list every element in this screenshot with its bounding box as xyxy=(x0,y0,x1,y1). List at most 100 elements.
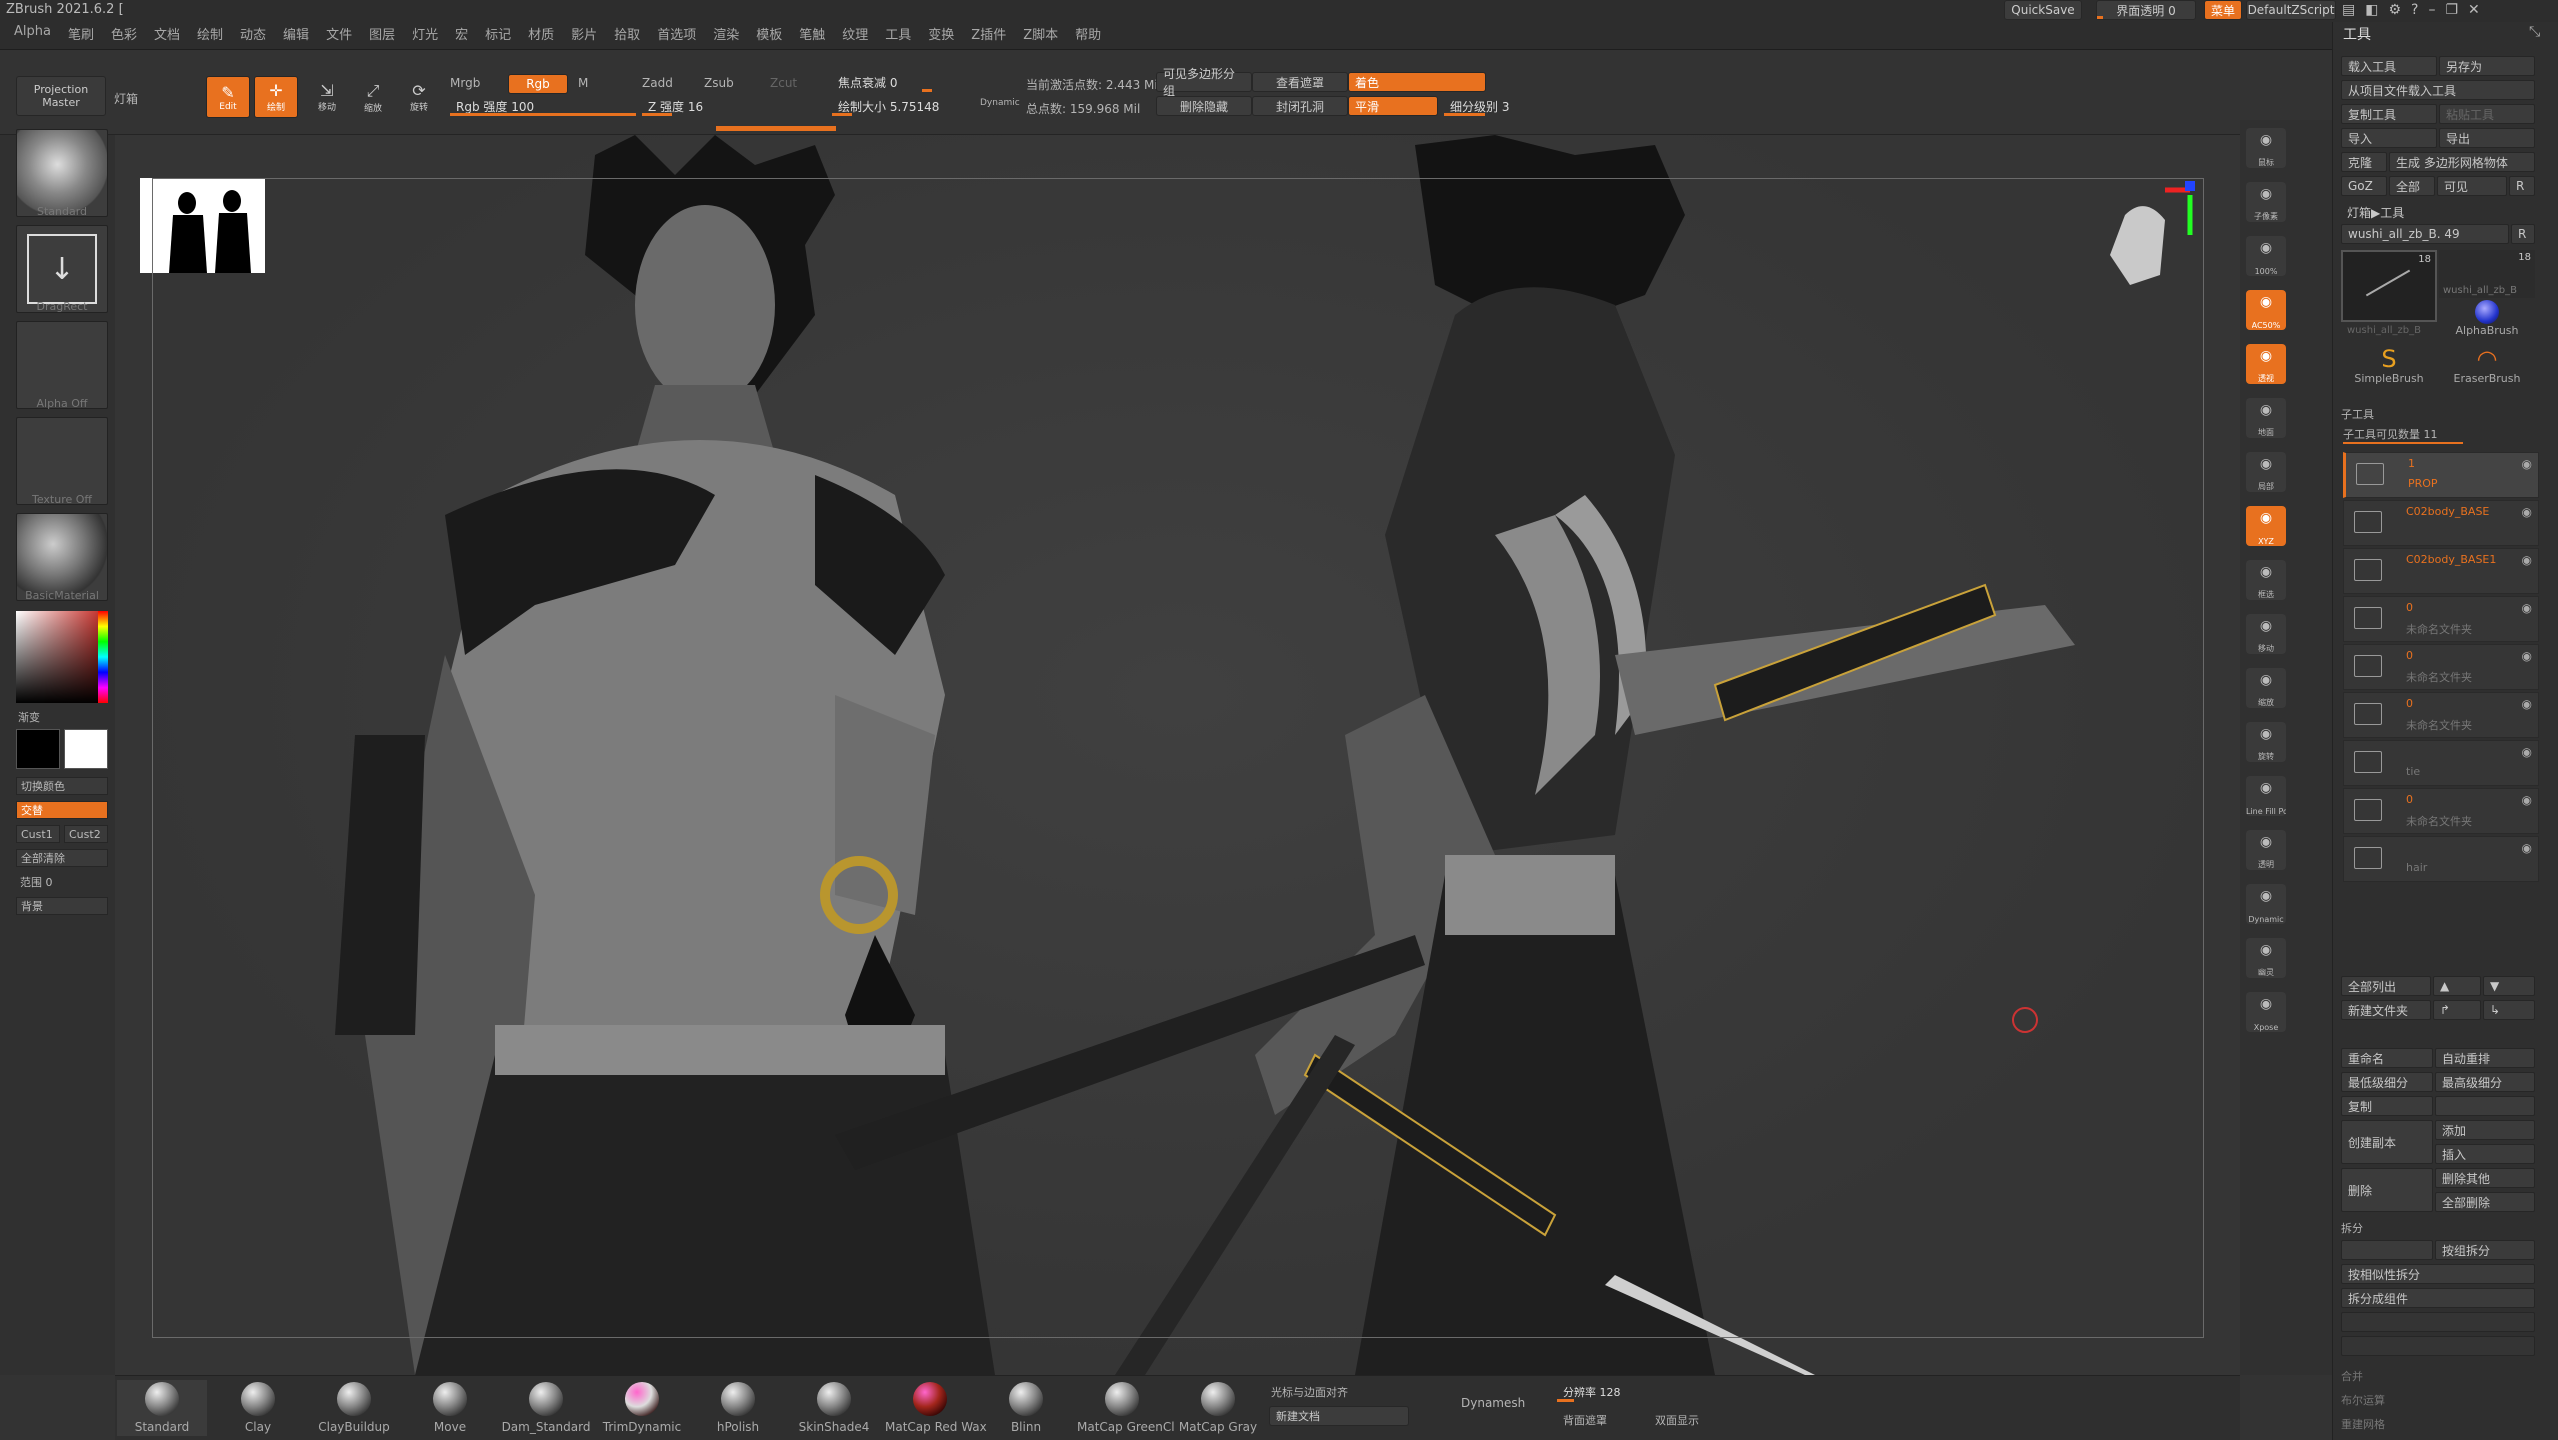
delete-all-button[interactable]: 全部删除 xyxy=(2435,1192,2535,1212)
minimize-icon[interactable]: – xyxy=(2428,2,2435,18)
restore-icon[interactable]: ❐ xyxy=(2445,2,2458,18)
projection-master-button[interactable]: Projection Master xyxy=(16,76,106,116)
menu-21[interactable]: 变换 xyxy=(928,24,954,43)
shelf-brush-8[interactable]: MatCap Red Wax xyxy=(885,1380,987,1436)
menu-4[interactable]: 绘制 xyxy=(197,24,223,43)
subtool-row[interactable]: C02body_BASE1 ◉ xyxy=(2343,548,2539,594)
shelf-brush-0[interactable]: Standard xyxy=(117,1380,207,1436)
split-similar-button[interactable]: 按相似性拆分 xyxy=(2341,1264,2535,1284)
switch-color-button[interactable]: 切换颜色 xyxy=(16,777,108,795)
view-tool-10[interactable]: ◉ 缩放 xyxy=(2246,668,2286,708)
duplicate-button[interactable]: 复制 xyxy=(2341,1096,2433,1116)
rotate-mode-button[interactable]: ⟳ 旋转 xyxy=(398,76,440,118)
view-tool-4[interactable]: ◉ 透视 xyxy=(2246,344,2286,384)
menus-toggle[interactable]: 菜单 xyxy=(2204,0,2242,20)
paste-tool-button[interactable]: 粘贴工具 xyxy=(2439,104,2535,124)
split-parts-button[interactable]: 拆分成组件 xyxy=(2341,1288,2535,1308)
auto-reorder-button[interactable]: 自动重排 xyxy=(2435,1048,2535,1068)
view-tool-11[interactable]: ◉ 旋转 xyxy=(2246,722,2286,762)
subtool-row[interactable]: 0 未命名文件夹 ◉ xyxy=(2343,788,2539,834)
clear-all-button[interactable]: 全部清除 xyxy=(16,849,108,867)
main-color-swatch[interactable] xyxy=(64,729,108,769)
shelf-brush-6[interactable]: hPolish xyxy=(693,1380,783,1436)
delete-button[interactable]: 删除 xyxy=(2341,1168,2433,1212)
split-blank-3[interactable] xyxy=(2341,1336,2535,1356)
tool-thumb-1[interactable]: 18 wushi_all_zb_B xyxy=(2341,250,2437,336)
delete-others-button[interactable]: 删除其他 xyxy=(2435,1168,2535,1188)
shelf-brush-2[interactable]: ClayBuildup xyxy=(309,1380,399,1436)
default-zscript-button[interactable]: DefaultZScript xyxy=(2246,0,2336,20)
mrgb-button[interactable]: Mrgb xyxy=(450,76,480,90)
cust1-button[interactable]: Cust1 xyxy=(16,825,60,843)
eye-icon[interactable]: ◉ xyxy=(2522,553,2532,567)
goz-visible-button[interactable]: 可见 xyxy=(2437,176,2507,196)
menu-24[interactable]: 帮助 xyxy=(1075,24,1101,43)
eye-icon[interactable]: ◉ xyxy=(2522,745,2532,759)
shelf-brush-7[interactable]: SkinShade4 xyxy=(789,1380,879,1436)
close-icon[interactable]: ✕ xyxy=(2468,2,2480,18)
view-tool-5[interactable]: ◉ 地面 xyxy=(2246,398,2286,438)
zcut-button[interactable]: Zcut xyxy=(770,76,797,90)
eye-icon[interactable]: ◉ xyxy=(2522,841,2532,855)
menu-19[interactable]: 纹理 xyxy=(842,24,868,43)
menu-23[interactable]: Z脚本 xyxy=(1023,24,1058,43)
menu-2[interactable]: 色彩 xyxy=(111,24,137,43)
alternate-button[interactable]: 交替 xyxy=(16,801,108,819)
menu-1[interactable]: 笔刷 xyxy=(68,24,94,43)
goz-r-button[interactable]: R xyxy=(2509,176,2535,196)
shelf-brush-11[interactable]: MatCap Gray xyxy=(1173,1380,1263,1436)
view-tool-15[interactable]: ◉ 幽灵 xyxy=(2246,938,2286,978)
shelf-brush-5[interactable]: TrimDynamic xyxy=(597,1380,687,1436)
hue-strip[interactable] xyxy=(98,611,108,703)
subtool-header[interactable]: 子工具 xyxy=(2341,406,2374,422)
create-copy-button[interactable]: 创建副本 xyxy=(2341,1120,2433,1164)
move-into-folder-button[interactable]: ↱ xyxy=(2433,1000,2481,1020)
menu-16[interactable]: 渲染 xyxy=(713,24,739,43)
settings-icon[interactable]: ⚙ xyxy=(2388,2,2401,18)
remesh-section-header[interactable]: 重建网格 xyxy=(2341,1416,2385,1432)
save-as-button[interactable]: 另存为 xyxy=(2439,56,2535,76)
z-intensity-slider[interactable]: Z 强度 16 xyxy=(642,96,828,116)
merge-section-header[interactable]: 合并 xyxy=(2341,1368,2363,1384)
focal-shift-slider[interactable]: 焦点衰减 0 xyxy=(832,72,1018,92)
menu-14[interactable]: 拾取 xyxy=(614,24,640,43)
dynamesh-button[interactable]: Dynamesh xyxy=(1461,1396,1525,1410)
subdiv-level-slider[interactable]: 细分级别 3 xyxy=(1444,96,1534,116)
move-up-button[interactable]: ▲ xyxy=(2433,976,2481,996)
dynamic-toggle[interactable]: Dynamic xyxy=(980,98,1020,108)
secondary-color-swatch[interactable] xyxy=(16,729,60,769)
eye-icon[interactable]: ◉ xyxy=(2522,601,2532,615)
tool-thumb-simplebrush[interactable]: S SimpleBrush xyxy=(2341,346,2437,392)
move-mode-button[interactable]: ⇲ 移动 xyxy=(306,76,348,118)
import-button[interactable]: 导入 xyxy=(2341,128,2437,148)
make-polymesh-button[interactable]: 生成 多边形网格物体 xyxy=(2389,152,2535,172)
texture-thumbnail[interactable] xyxy=(16,417,108,505)
menu-13[interactable]: 影片 xyxy=(571,24,597,43)
quicksave-button[interactable]: QuickSave xyxy=(2004,0,2082,20)
menu-11[interactable]: 标记 xyxy=(485,24,511,43)
menu-5[interactable]: 动态 xyxy=(240,24,266,43)
menu-0[interactable]: Alpha xyxy=(14,24,51,43)
tool-thumb-alphabrush[interactable]: AlphaBrush xyxy=(2439,300,2535,340)
highest-subdiv-button[interactable]: 最高级细分 xyxy=(2435,1072,2535,1092)
menu-15[interactable]: 首选项 xyxy=(657,24,696,43)
view-tool-9[interactable]: ◉ 移动 xyxy=(2246,614,2286,654)
eye-icon[interactable]: ◉ xyxy=(2522,457,2532,471)
menu-9[interactable]: 灯光 xyxy=(412,24,438,43)
rgb-button[interactable]: Rgb xyxy=(508,74,568,94)
split-blank-2[interactable] xyxy=(2341,1312,2535,1332)
split-groups-button[interactable]: 按组拆分 xyxy=(2435,1240,2535,1260)
rgb-intensity-slider[interactable]: Rgb 强度 100 xyxy=(450,96,636,116)
color-picker[interactable] xyxy=(16,611,108,703)
zsub-button[interactable]: Zsub xyxy=(704,76,734,90)
shelf-brush-10[interactable]: MatCap GreenCl xyxy=(1077,1380,1175,1436)
alpha-thumbnail[interactable] xyxy=(16,321,108,409)
material-thumbnail[interactable] xyxy=(16,513,108,601)
boolean-section-header[interactable]: 布尔运算 xyxy=(2341,1392,2385,1408)
back-mask-toggle[interactable]: 背面遮罩 xyxy=(1563,1412,1607,1428)
resolution-slider[interactable]: 分辨率 128 xyxy=(1557,1382,1697,1402)
tool-thumb-2[interactable]: 18 wushi_all_zb_B xyxy=(2439,250,2535,298)
interface-transparency-slider[interactable]: 界面透明 0 xyxy=(2096,0,2196,20)
current-tool-r-button[interactable]: R xyxy=(2511,224,2535,244)
subtool-row[interactable]: 0 未命名文件夹 ◉ xyxy=(2343,692,2539,738)
